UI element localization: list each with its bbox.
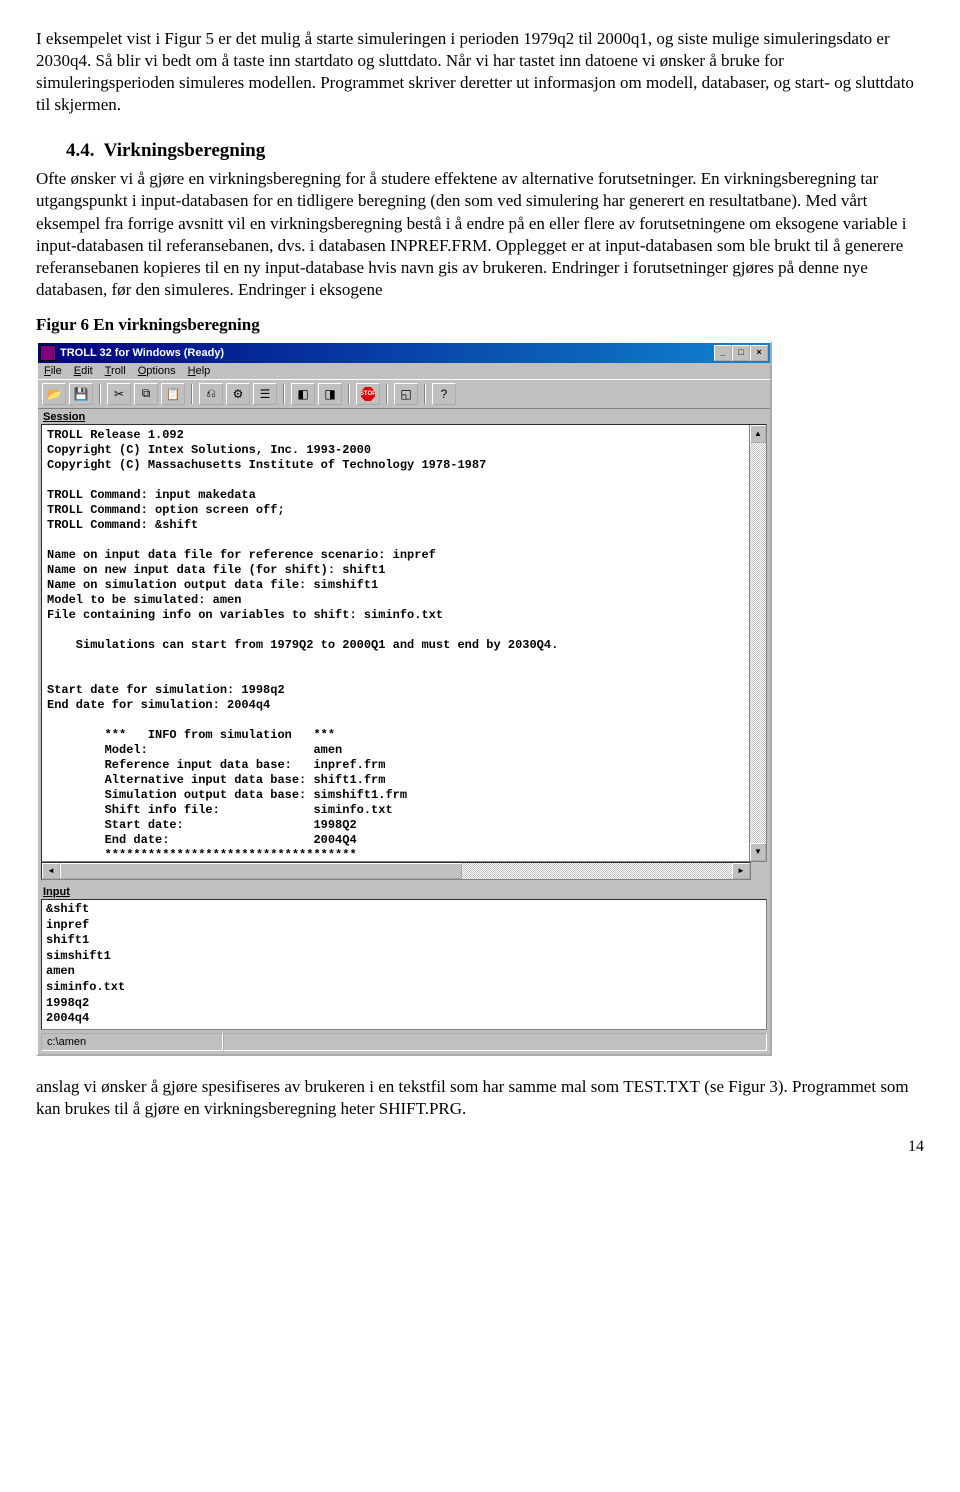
window-title: TROLL 32 for Windows (Ready) <box>60 347 224 359</box>
scroll-left-icon[interactable]: ◄ <box>42 863 60 879</box>
copy-icon[interactable]: ⧉ <box>134 383 158 405</box>
input-label: Input <box>38 884 770 899</box>
stop-button[interactable]: STOP <box>356 383 380 405</box>
menu-help[interactable]: Help <box>188 365 211 377</box>
minimize-button[interactable]: _ <box>714 345 732 361</box>
session-output: TROLL Release 1.092 Copyright (C) Intex … <box>42 425 749 861</box>
hscroll-thumb[interactable] <box>60 863 462 879</box>
menu-file[interactable]: File <box>44 365 62 377</box>
troll-window: TROLL 32 for Windows (Ready) _ □ × File … <box>36 341 772 1056</box>
hscroll-track[interactable] <box>60 863 732 879</box>
body-text: . <box>462 1099 466 1118</box>
title-bar[interactable]: TROLL 32 for Windows (Ready) _ □ × <box>38 343 770 363</box>
cut-icon[interactable]: ✂ <box>107 383 131 405</box>
toolbar: 📂 💾 ✂ ⧉ 📋 ⎌ ⚙ ☰ ◧ ◨ STOP ◱ ? <box>38 379 770 409</box>
help-icon[interactable]: ? <box>432 383 456 405</box>
tool-icon-5[interactable]: ◨ <box>318 383 342 405</box>
code-ref-testtxt: TEST.TXT <box>623 1077 700 1096</box>
body-paragraph-2: anslag vi ønsker å gjøre spesifiseres av… <box>36 1076 924 1120</box>
scroll-up-icon[interactable]: ▲ <box>750 425 766 443</box>
menu-bar: File Edit Troll Options Help <box>38 363 770 379</box>
body-text: anslag vi ønsker å gjøre spesifiseres av… <box>36 1077 623 1096</box>
page-number: 14 <box>36 1138 924 1156</box>
figure-caption: Figur 6 En virkningsberegning <box>36 315 924 335</box>
session-vscroll[interactable]: ▲ ▼ <box>749 425 766 861</box>
body-paragraph-1: Ofte ønsker vi å gjøre en virkningsbereg… <box>36 168 924 301</box>
menu-options[interactable]: Options <box>138 365 176 377</box>
scroll-down-icon[interactable]: ▼ <box>750 843 766 861</box>
intro-paragraph: I eksempelet vist i Figur 5 er det mulig… <box>36 28 924 116</box>
tool-icon-6[interactable]: ◱ <box>394 383 418 405</box>
close-button[interactable]: × <box>750 345 768 361</box>
tool-icon-4[interactable]: ◧ <box>291 383 315 405</box>
session-hscroll[interactable]: ◄ ► <box>41 862 751 880</box>
tool-icon-2[interactable]: ⚙ <box>226 383 250 405</box>
open-icon[interactable]: 📂 <box>42 383 66 405</box>
scroll-track[interactable] <box>750 443 766 843</box>
section-heading: 4.4. Virkningsberegning <box>66 140 924 162</box>
status-path: c:\amen <box>41 1033 223 1051</box>
status-empty <box>223 1033 767 1051</box>
input-area[interactable]: &shift inpref shift1 simshift1 amen simi… <box>41 899 767 1030</box>
menu-edit[interactable]: Edit <box>74 365 93 377</box>
heading-number: 4.4. <box>66 140 95 161</box>
code-ref-inpref: INPREF.FRM <box>390 236 487 255</box>
code-ref-shiftprg: SHIFT.PRG <box>379 1099 462 1118</box>
maximize-button[interactable]: □ <box>732 345 750 361</box>
tool-icon-1[interactable]: ⎌ <box>199 383 223 405</box>
paste-icon[interactable]: 📋 <box>161 383 185 405</box>
session-label: Session <box>38 409 770 424</box>
menu-troll[interactable]: Troll <box>105 365 126 377</box>
save-icon[interactable]: 💾 <box>69 383 93 405</box>
tool-icon-3[interactable]: ☰ <box>253 383 277 405</box>
heading-text: Virkningsberegning <box>104 140 266 161</box>
status-bar: c:\amen <box>41 1033 767 1051</box>
scroll-right-icon[interactable]: ► <box>732 863 750 879</box>
app-icon <box>40 345 56 361</box>
